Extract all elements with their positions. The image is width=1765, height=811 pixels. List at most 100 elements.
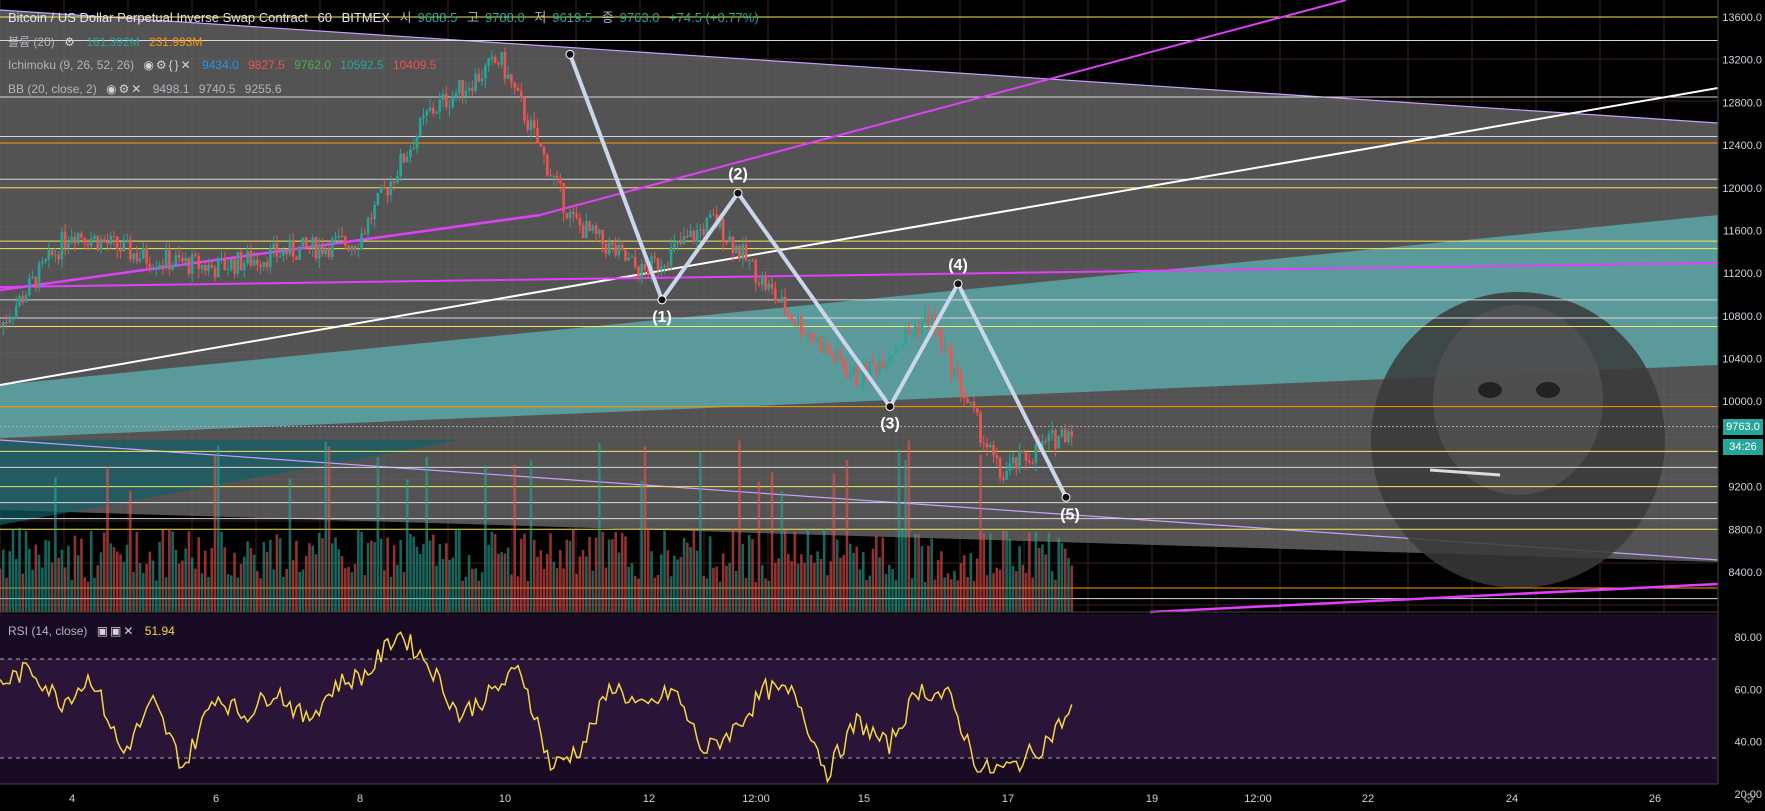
- volume-bar: [1005, 531, 1008, 612]
- volume-bar: [718, 581, 722, 612]
- volume-bar: [334, 537, 337, 612]
- time-tick: 24: [1506, 793, 1518, 805]
- volume-bar: [344, 568, 347, 612]
- volume-bar: [901, 529, 904, 612]
- volume-bar: [946, 573, 950, 612]
- volume-bar: [796, 563, 800, 612]
- volume-bar: [930, 538, 933, 612]
- volume-bar: [229, 575, 233, 612]
- price-tick: 12000.0: [1722, 183, 1762, 195]
- volume-bar: [109, 543, 113, 612]
- time-tick: 15: [858, 793, 870, 805]
- volume-bar: [57, 557, 60, 612]
- volume-bar: [262, 542, 266, 612]
- volume-bar: [800, 554, 803, 612]
- bb-legend[interactable]: BB (20, close, 2) ◉⚙✕ 9498.1 9740.5 9255…: [8, 82, 288, 96]
- volume-bar: [54, 477, 57, 612]
- volume-bar: [226, 574, 230, 612]
- volume-bar: [513, 464, 516, 612]
- volume-bar: [972, 580, 976, 612]
- volume-bar: [174, 549, 178, 612]
- volume-bar: [454, 530, 458, 612]
- candle: [1057, 434, 1061, 449]
- volume-bar: [920, 546, 924, 612]
- volume-bar: [894, 580, 898, 612]
- rsi-legend[interactable]: RSI (14, close) ▣▣✕ 51.94: [8, 624, 181, 638]
- symbol-legend[interactable]: Bitcoin / US Dollar Perpetual Inverse Sw…: [8, 7, 765, 26]
- low-label: 저: [534, 10, 547, 25]
- volume-bar: [243, 556, 246, 612]
- volume-bar: [80, 538, 83, 612]
- volume-bar: [203, 550, 207, 612]
- volume-bar: [907, 440, 911, 612]
- volume-bar: [1057, 537, 1061, 612]
- volume-bar: [70, 579, 73, 612]
- volume-bar: [624, 536, 627, 612]
- volume-bar: [1034, 532, 1038, 612]
- volume-bar: [572, 529, 575, 612]
- volume-bar: [272, 569, 275, 612]
- price-tick: 10000.0: [1722, 396, 1762, 408]
- volume-bar: [184, 548, 187, 612]
- high-value: 9788.0: [484, 10, 525, 25]
- candle: [624, 249, 627, 263]
- volume-bar: [721, 553, 725, 612]
- volume-bar: [190, 557, 194, 612]
- volume-bar: [89, 530, 93, 612]
- volume-bar: [536, 556, 539, 612]
- wave-label: (2): [728, 166, 748, 183]
- volume-legend[interactable]: 볼륨 (20) ⚙ 161.392M 231.993M: [8, 33, 208, 50]
- gear-icon[interactable]: ⚙: [1742, 790, 1755, 807]
- price-tick: 13600.0: [1722, 12, 1762, 24]
- indicator-controls-icon[interactable]: ◉⚙{}✕: [143, 58, 192, 72]
- volume-bar: [37, 554, 41, 612]
- volume-bar: [41, 567, 44, 612]
- time-tick: 8: [357, 793, 363, 805]
- volume-bar: [607, 539, 611, 612]
- volume-bar: [725, 565, 728, 612]
- volume-bar: [409, 533, 412, 612]
- volume-bar: [998, 569, 1002, 612]
- volume-bar: [119, 554, 122, 612]
- time-tick: 12:00: [742, 793, 770, 805]
- volume-bar: [438, 543, 442, 612]
- volume-bar: [288, 478, 292, 612]
- volume-bar: [516, 576, 520, 612]
- time-tick: 4: [69, 793, 75, 805]
- volume-bar: [493, 533, 497, 612]
- volume-bar: [11, 528, 15, 612]
- volume-bar: [519, 538, 523, 612]
- interval-label[interactable]: 60: [317, 10, 331, 25]
- volume-bar: [738, 440, 741, 612]
- indicator-controls-icon[interactable]: ▣▣✕: [97, 624, 136, 638]
- volume-bar: [360, 531, 363, 612]
- settings-icon[interactable]: ⚙: [64, 35, 77, 49]
- volume-bar: [666, 550, 670, 612]
- volume-bar: [848, 543, 852, 612]
- volume-bar: [171, 531, 174, 612]
- ichimoku-label: Ichimoku (9, 26, 52, 26): [8, 58, 135, 72]
- volume-bar: [673, 555, 676, 612]
- wave-point: [733, 188, 743, 198]
- ichimoku-legend[interactable]: Ichimoku (9, 26, 52, 26) ◉⚙{}✕ 9434.0 98…: [8, 58, 442, 72]
- volume-bar: [76, 555, 80, 612]
- bb-label: BB (20, close, 2): [8, 82, 97, 96]
- volume-bar: [1054, 579, 1057, 612]
- volume-bar: [985, 575, 989, 612]
- open-label: 시: [399, 10, 412, 25]
- volume-bar: [982, 533, 986, 612]
- volume-bar: [813, 562, 816, 612]
- volume-bar: [1063, 548, 1067, 612]
- volume-bar: [604, 567, 608, 612]
- rsi-band: [0, 659, 1718, 758]
- volume-bar: [223, 547, 227, 612]
- volume-bar: [181, 560, 184, 612]
- indicator-controls-icon[interactable]: ◉⚙✕: [106, 82, 143, 96]
- volume-bar: [917, 534, 920, 612]
- volume-bar: [207, 576, 210, 612]
- volume-bar: [822, 528, 826, 612]
- volume-bar: [878, 557, 881, 612]
- volume-bar: [431, 534, 435, 612]
- candle: [777, 299, 780, 303]
- chart-canvas[interactable]: (1)(2)(3)(4)(5) 13600.013200.012800.0124…: [0, 0, 1765, 811]
